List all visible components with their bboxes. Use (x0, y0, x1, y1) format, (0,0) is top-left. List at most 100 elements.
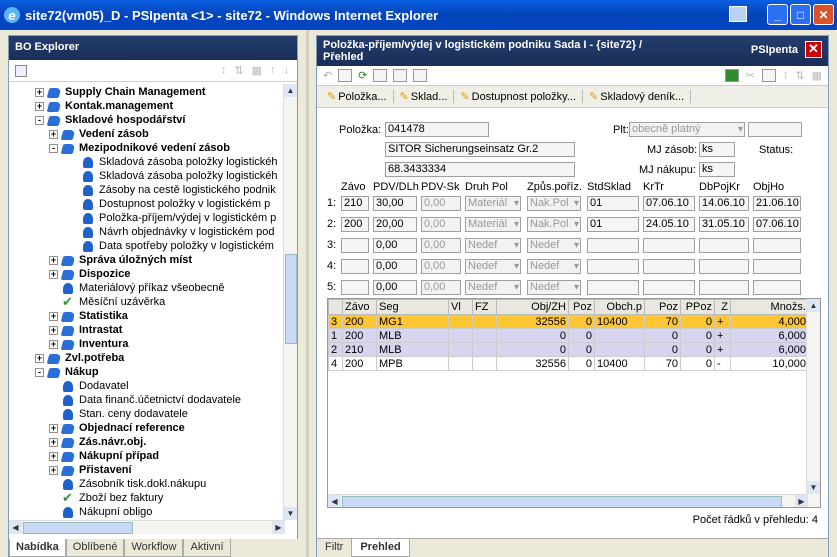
table-cell[interactable] (594, 328, 645, 343)
grid-horizontal-scrollbar[interactable]: ◀ ▶ (328, 494, 808, 507)
form-field-pdv[interactable]: 30,00 (373, 196, 417, 211)
form-field-krtr[interactable] (643, 259, 695, 274)
form-field-obj[interactable] (753, 238, 801, 253)
table-cell[interactable]: 210 (342, 342, 377, 357)
grid-column-header[interactable]: Seg (376, 299, 449, 315)
expand-node-icon[interactable]: + (49, 311, 58, 321)
tab-oblibene[interactable]: Oblíbené (65, 539, 125, 557)
form-icon[interactable] (393, 69, 408, 82)
table-cell[interactable]: + (714, 328, 731, 343)
grid-column-header[interactable]: PPoz (680, 299, 715, 315)
grid-column-header[interactable] (328, 299, 343, 315)
form-field-krtr[interactable]: 24.05.10 (643, 217, 695, 232)
list-icon[interactable] (761, 69, 776, 82)
tree-item[interactable]: - Nákup (35, 365, 99, 379)
tools-icon[interactable]: ✂ (746, 69, 755, 82)
tree-item[interactable]: + Kontak.management (35, 99, 173, 113)
table-row[interactable]: 3 200 MG1 32556 0 10400 70 0 +4,000 (328, 314, 809, 329)
table-cell[interactable]: 32556 (496, 356, 569, 371)
form-field-db[interactable]: 14.06.10 (699, 196, 749, 211)
table-cell[interactable]: MLB (376, 328, 449, 343)
table-row[interactable]: 2 210 MLB 0 0 0 0 +6,000 (328, 342, 809, 357)
table-cell[interactable]: MLB (376, 342, 449, 357)
table-cell[interactable]: 0 (568, 342, 595, 357)
table-cell[interactable]: 4 (328, 356, 343, 371)
form-field-obj[interactable] (753, 280, 801, 295)
tree-item[interactable]: - Mezipodnikové vedení zásob (49, 141, 230, 155)
tab-nabidka[interactable]: Nabídka (9, 539, 66, 557)
tree-item[interactable]: + Zvl.potřeba (35, 351, 124, 365)
tree-item[interactable]: + Inventura (49, 337, 129, 351)
grid-column-header[interactable]: Obch.p (594, 299, 645, 315)
tab-filtr[interactable]: Filtr (317, 539, 351, 557)
form-field-obj[interactable]: 21.06.10 (753, 196, 801, 211)
grid-vertical-scrollbar[interactable]: ▲ ▼ (806, 299, 820, 507)
copy-icon[interactable] (413, 69, 428, 82)
form-field-std[interactable]: 01 (587, 196, 639, 211)
expand-node-icon[interactable]: + (49, 451, 58, 461)
table-cell[interactable]: 10,000 (730, 356, 809, 371)
tree-vertical-scrollbar[interactable]: ▲ ▼ (283, 84, 297, 520)
table-cell[interactable]: 32556 (496, 314, 569, 329)
collapse-node-icon[interactable]: - (49, 143, 58, 153)
mj-zasob-field[interactable]: ks (699, 142, 735, 157)
form-field-krtr[interactable] (643, 280, 695, 295)
tree-item[interactable]: + Zás.návr.obj. (49, 435, 146, 449)
tree-item[interactable]: Nákupní obligo (61, 505, 152, 519)
excel-icon[interactable] (724, 69, 739, 82)
table-cell[interactable]: 6,000 (730, 328, 809, 343)
scroll-left-icon[interactable]: ◀ (9, 521, 22, 534)
tree-item[interactable]: + Správa úložných míst (49, 253, 192, 267)
form-field-std[interactable] (587, 238, 639, 253)
form-field-pdvsk[interactable]: 0,00 (421, 280, 461, 295)
grid-column-header[interactable]: FZ (472, 299, 497, 315)
grid-column-header[interactable]: Poz (644, 299, 681, 315)
form-field-krtr[interactable]: 07.06.10 (643, 196, 695, 211)
table-cell[interactable]: 70 (644, 356, 681, 371)
expand-node-icon[interactable]: + (49, 269, 58, 279)
table-cell[interactable]: MG1 (376, 314, 449, 329)
expand-node-icon[interactable]: + (49, 339, 58, 349)
tree-item[interactable]: Položka-příjem/výdej v logistickém p (81, 211, 276, 225)
table-cell[interactable]: 0 (680, 342, 715, 357)
item-code-field[interactable]: 68.3433334 (385, 162, 575, 177)
table-cell[interactable]: 4,000 (730, 314, 809, 329)
form-field-druh[interactable]: Materiál (465, 217, 521, 232)
expand-node-icon[interactable]: + (49, 255, 58, 265)
form-field-zavo[interactable] (341, 280, 369, 295)
grid-column-header[interactable]: Množs. (730, 299, 809, 315)
grid-column-header[interactable]: Závo (342, 299, 377, 315)
maximize-button[interactable]: □ (790, 4, 811, 25)
form-field-zavo[interactable] (341, 238, 369, 253)
table-cell[interactable]: 0 (568, 328, 595, 343)
refresh-icon[interactable]: ⟳ (358, 69, 367, 82)
table-cell[interactable]: 10400 (594, 314, 645, 329)
table-cell[interactable] (448, 356, 473, 371)
tree-item[interactable]: Měsíční uzávěrka (61, 295, 165, 309)
tree-item[interactable]: Dodavatel (61, 379, 129, 393)
table-cell[interactable]: 0 (644, 342, 681, 357)
table-cell[interactable]: 1 (328, 328, 343, 343)
close-button[interactable]: ✕ (813, 4, 834, 25)
table-cell[interactable]: 0 (680, 314, 715, 329)
table-cell[interactable]: + (714, 342, 731, 357)
close-panel-button[interactable]: ✕ (805, 41, 822, 58)
tree-item[interactable]: + Supply Chain Management (35, 85, 206, 99)
collapse-node-icon[interactable]: - (35, 115, 44, 125)
plt-extra-field[interactable] (748, 122, 802, 137)
table-cell[interactable] (448, 314, 473, 329)
tree-item[interactable]: Skladová zásoba položky logistickéh (81, 155, 278, 169)
form-field-krtr[interactable] (643, 238, 695, 253)
expand-node-icon[interactable]: + (49, 325, 58, 335)
tree-item[interactable]: Zásoby na cestě logistického podnik (81, 183, 276, 197)
form-field-pdv[interactable]: 0,00 (373, 280, 417, 295)
table-cell[interactable]: 200 (342, 356, 377, 371)
form-field-pdvsk[interactable]: 0,00 (421, 259, 461, 274)
table-cell[interactable]: 3 (328, 314, 343, 329)
tree-item[interactable]: Skladová zásoba položky logistickéh (81, 169, 278, 183)
hscroll-thumb[interactable] (23, 522, 133, 534)
link-dostupnost[interactable]: Dostupnost položky... (454, 90, 584, 103)
polozka-field[interactable]: 041478 (385, 122, 489, 137)
collapse-node-icon[interactable]: - (35, 367, 44, 377)
table-row[interactable]: 1 200 MLB 0 0 0 0 +6,000 (328, 328, 809, 343)
